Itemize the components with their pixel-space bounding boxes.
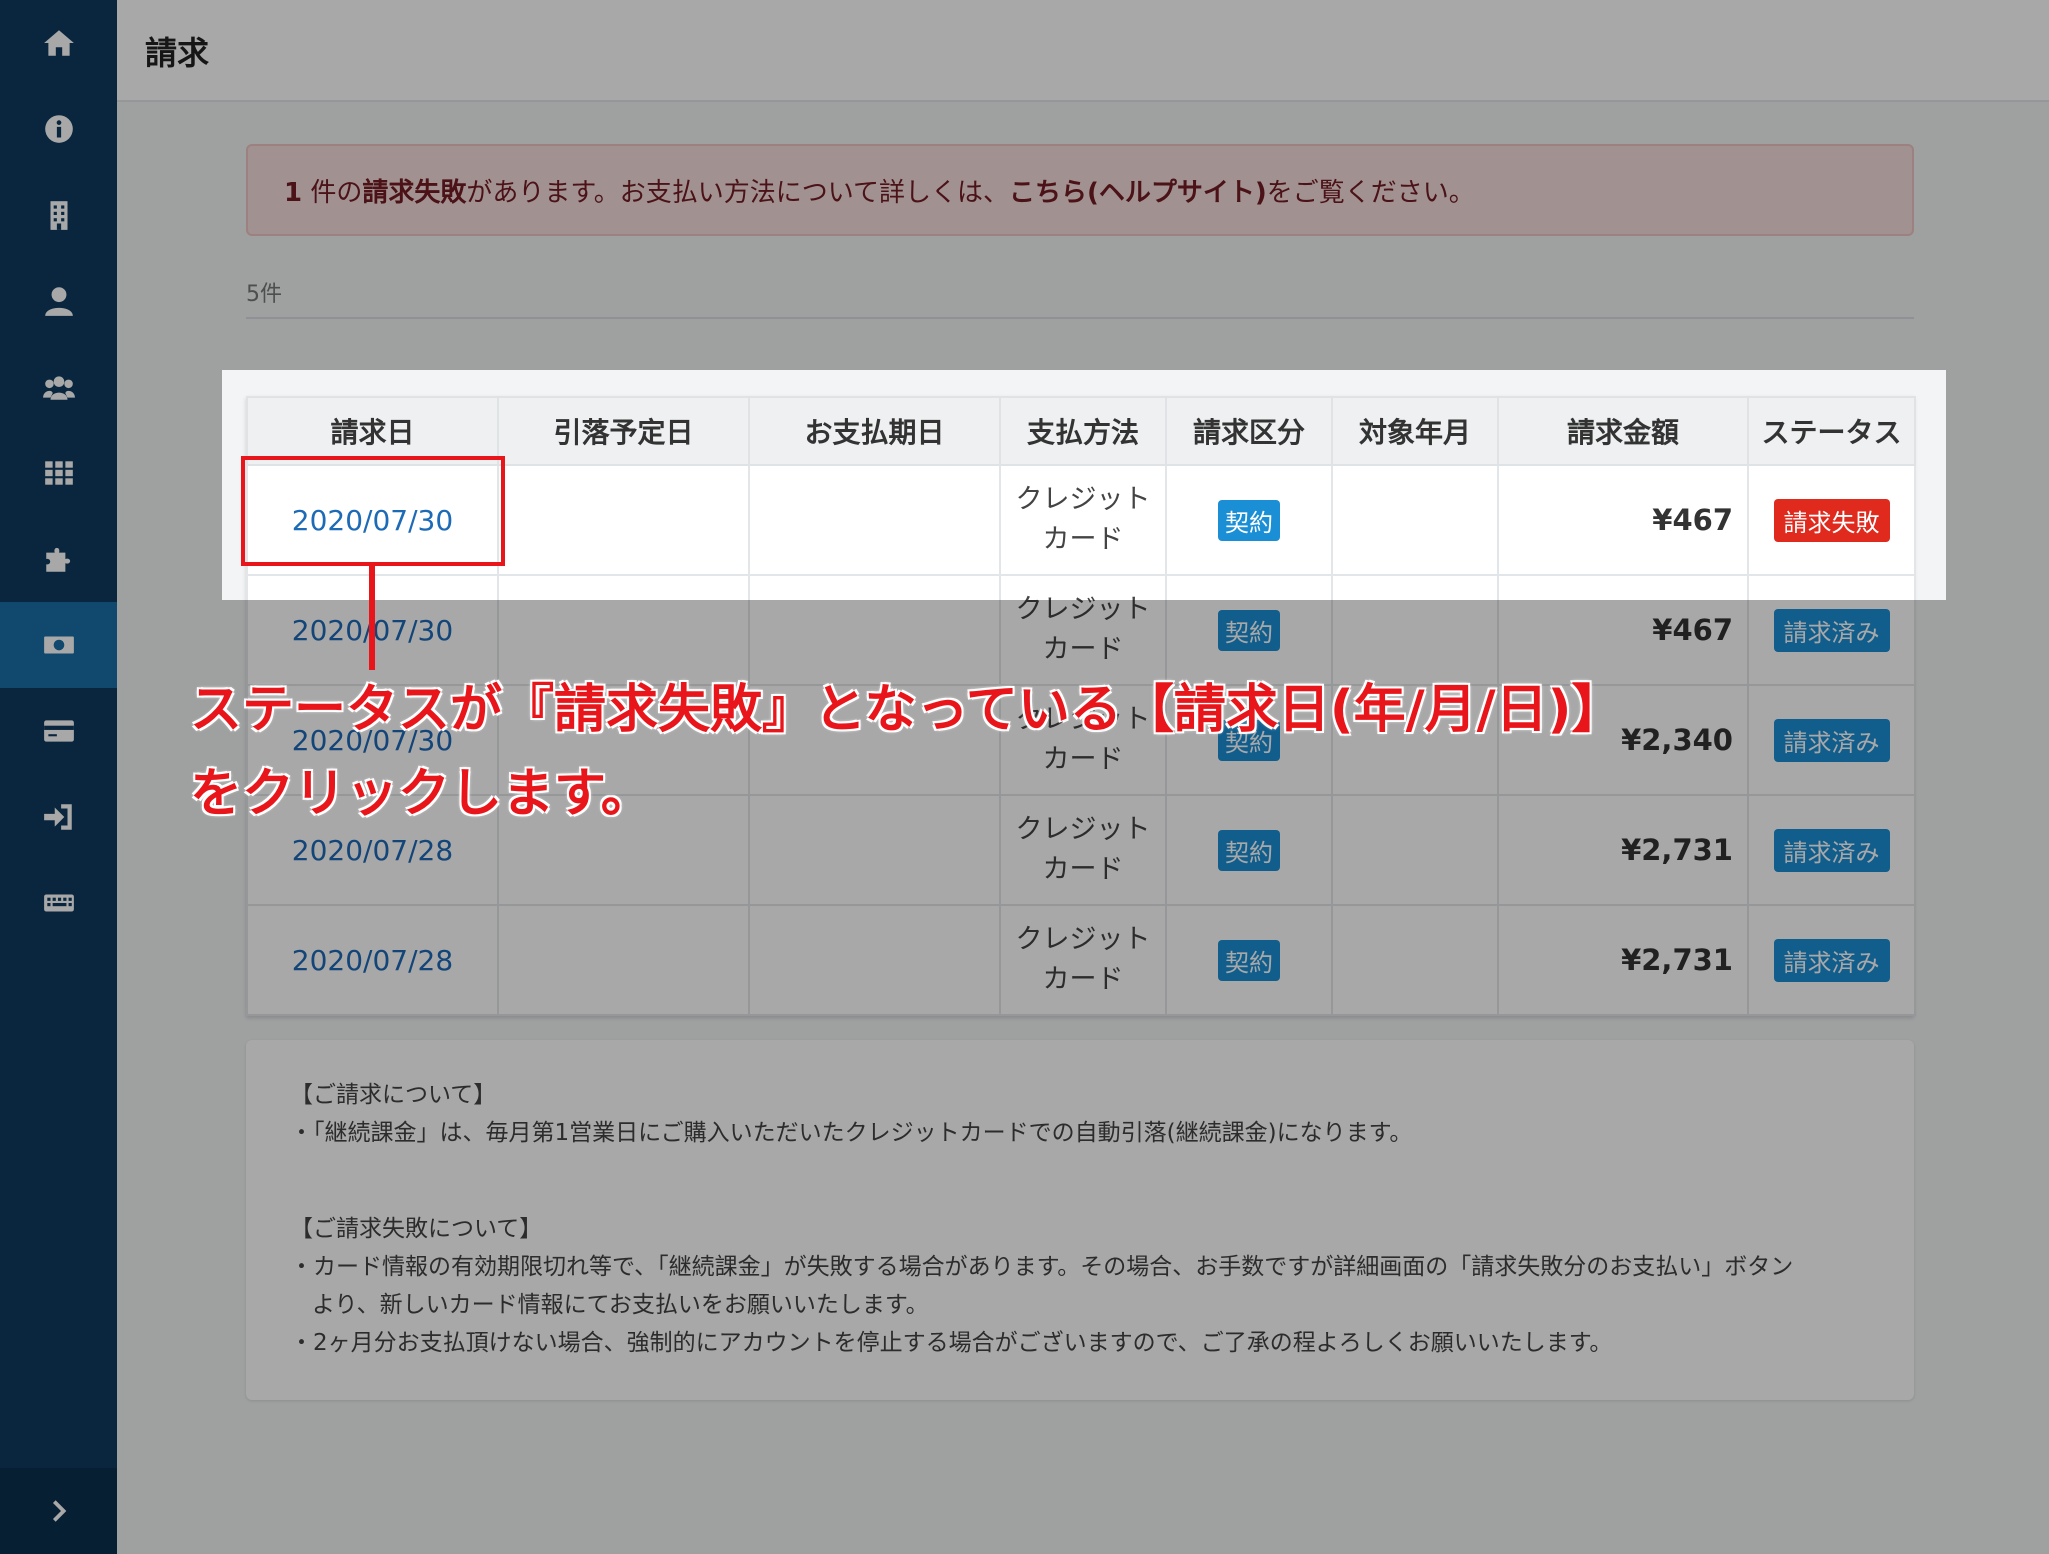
nav-billing[interactable] <box>0 602 117 688</box>
info-icon <box>44 115 73 143</box>
nav-home[interactable] <box>0 0 117 86</box>
table-header-row: 請求日 引落予定日 お支払期日 支払方法 請求区分 対象年月 請求金額 ステータ… <box>246 396 1916 466</box>
col-due-date: お支払期日 <box>748 396 1001 466</box>
notes-line: ・「継続課金」は、毎月第1営業日にご購入いただいたクレジットカードでの自動引落(… <box>290 1120 1413 1146</box>
home-icon <box>43 30 74 56</box>
nav-building[interactable] <box>0 172 117 258</box>
payment-method-cell: クレジット カード <box>999 904 1167 1016</box>
withdraw-date-cell <box>497 904 750 1016</box>
instruction-annotation: ステータスが『請求失敗』となっている【請求日(年/月/日)】 をクリックします。 <box>190 680 1624 824</box>
withdraw-date-cell <box>497 464 750 576</box>
billing-notes: 【ご請求について】 ・「継続課金」は、毎月第1営業日にご購入いただいたクレジット… <box>246 1040 1914 1400</box>
callout-connector <box>369 566 375 670</box>
col-target-period: 対象年月 <box>1331 396 1499 466</box>
col-amount: 請求金額 <box>1497 396 1749 466</box>
billing-failure-alert: 1 件の請求失敗があります。お支払い方法について詳しくは、こちら(ヘルプサイト)… <box>246 144 1914 236</box>
notes-heading: 【ご請求失敗について】 <box>290 1216 543 1242</box>
table-row: 2020/07/28 クレジット カード 契約 ¥2,731 請求済み <box>246 904 1916 1016</box>
status-badge: 請求済み <box>1773 608 1890 652</box>
notes-line: ・カード情報の有効期限切れ等で、「継続課金」が失敗する場合があります。その場合、… <box>290 1254 1794 1280</box>
alert-emphasis: 請求失敗 <box>362 177 467 208</box>
amount-cell: ¥467 <box>1497 464 1749 576</box>
nav-users[interactable] <box>0 344 117 430</box>
col-payment-method: 支払方法 <box>999 396 1167 466</box>
puzzle-icon <box>45 547 70 572</box>
user-icon <box>44 287 73 316</box>
page-header: 請求 <box>117 0 2049 102</box>
due-date-cell <box>748 904 1001 1016</box>
sidebar <box>0 0 117 1554</box>
billing-date-link[interactable]: 2020/07/28 <box>292 834 453 867</box>
nav-puzzle[interactable] <box>0 516 117 602</box>
credit-card-icon <box>43 720 74 742</box>
notes-line: より、新しいカード情報にてお支払いをお願いいたします。 <box>312 1292 929 1318</box>
sign-in-icon <box>43 804 72 830</box>
billing-type-badge: 契約 <box>1218 939 1280 981</box>
nav-user[interactable] <box>0 258 117 344</box>
keyboard-icon <box>43 894 74 912</box>
nav-sign-in[interactable] <box>0 774 117 860</box>
nav-info[interactable] <box>0 86 117 172</box>
col-billing-date: 請求日 <box>246 396 499 466</box>
col-withdraw-date: 引落予定日 <box>497 396 750 466</box>
amount-cell: ¥2,731 <box>1497 904 1749 1016</box>
status-badge: 請求済み <box>1773 938 1890 982</box>
building-icon <box>50 201 67 230</box>
money-bill-icon <box>43 636 74 654</box>
status-badge: 請求済み <box>1773 828 1890 872</box>
grid-icon <box>44 461 73 485</box>
page-title: 請求 <box>145 34 210 72</box>
target-period-cell <box>1331 904 1499 1016</box>
billing-type-badge: 契約 <box>1218 499 1280 541</box>
notes-line: ・2ヶ月分お支払頂けない場合、強制的にアカウントを停止する場合がございますので、… <box>290 1330 1613 1356</box>
users-icon <box>42 376 75 400</box>
due-date-cell <box>748 464 1001 576</box>
sidebar-expand-button[interactable] <box>0 1468 117 1554</box>
alert-text-3: をご覧ください。 <box>1266 177 1475 208</box>
col-billing-type: 請求区分 <box>1165 396 1333 466</box>
nav-grid[interactable] <box>0 430 117 516</box>
alert-count: 1 <box>284 177 303 208</box>
billing-date-link[interactable]: 2020/07/28 <box>292 944 453 977</box>
target-period-cell <box>1331 464 1499 576</box>
record-count: 5件 <box>246 282 282 307</box>
nav-keyboard[interactable] <box>0 860 117 946</box>
col-status: ステータス <box>1747 396 1916 466</box>
nav-credit-card[interactable] <box>0 688 117 774</box>
billing-type-badge: 契約 <box>1218 609 1280 651</box>
payment-method-cell: クレジット カード <box>999 464 1167 576</box>
highlight-box <box>241 456 505 566</box>
alert-text-1: 件の <box>302 177 363 208</box>
notes-heading: 【ご請求について】 <box>290 1082 497 1108</box>
divider <box>246 317 1914 319</box>
chevron-right-icon <box>52 1500 66 1522</box>
help-site-link[interactable]: こちら(ヘルプサイト) <box>1009 178 1267 208</box>
status-badge: 請求済み <box>1773 718 1890 762</box>
alert-text-2: があります。お支払い方法について詳しくは、 <box>466 177 1009 208</box>
status-badge-failed: 請求失敗 <box>1773 498 1890 542</box>
overlay-dim <box>1946 370 2049 600</box>
